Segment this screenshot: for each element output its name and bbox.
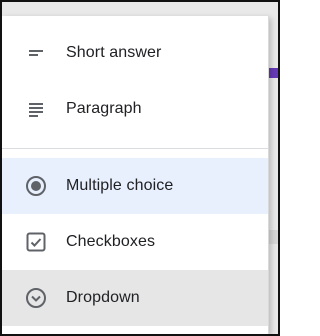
checkbox-icon [24,230,48,254]
menu-item-label: Multiple choice [66,177,174,194]
menu-item-label: Paragraph [66,100,142,117]
menu-item-label: Dropdown [66,289,140,306]
paragraph-icon [24,97,48,121]
short-answer-icon [24,41,48,65]
menu-item-dropdown[interactable]: Dropdown [2,270,268,326]
dropdown-circle-icon [24,286,48,310]
menu-item-label: Checkboxes [66,233,156,250]
menu-item-checkboxes[interactable]: Checkboxes [2,214,268,270]
menu-divider [2,148,268,149]
menu-item-multiple-choice[interactable]: Multiple choice [2,158,268,214]
radio-button-icon [24,174,48,198]
menu-item-label: Short answer [66,44,162,61]
screenshot-frame: Short answer Paragraph Multiple choice C… [0,0,280,336]
question-type-menu: Short answer Paragraph Multiple choice C… [2,16,269,334]
menu-item-paragraph[interactable]: Paragraph [2,81,268,137]
menu-item-short-answer[interactable]: Short answer [2,25,268,81]
